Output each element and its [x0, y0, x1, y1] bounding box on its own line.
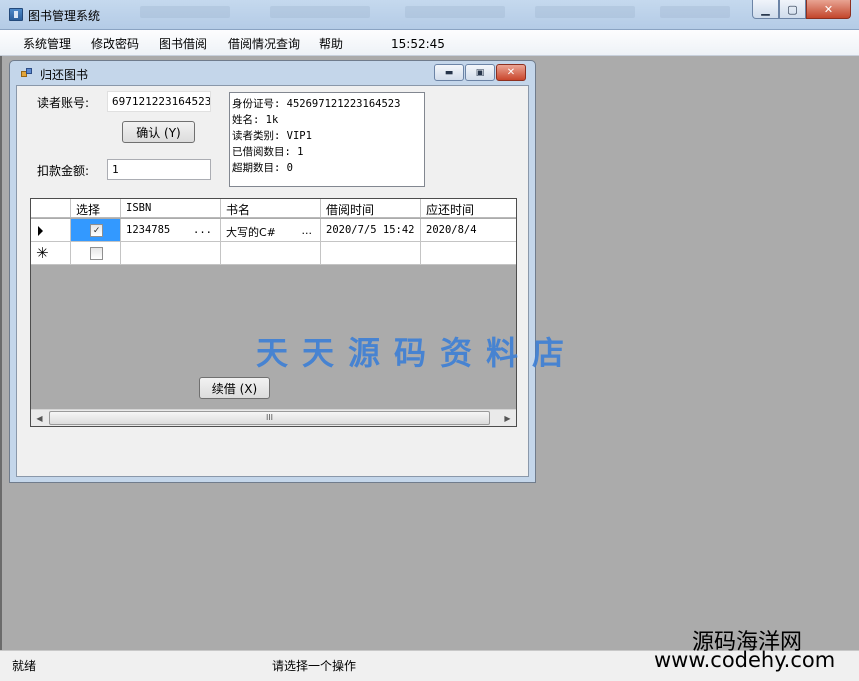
cell-borrow-time-new[interactable] — [321, 242, 421, 264]
reader-account-label: 读者账号: — [37, 96, 90, 110]
status-hint: 请选择一个操作 — [272, 659, 357, 673]
app-titlebar: 图书管理系统 ▁ ▢ ✕ — [0, 0, 859, 30]
info-borrowed-count: 已借阅数目: 1 — [232, 146, 304, 158]
row-header-new[interactable]: ✳ — [31, 242, 71, 264]
child-title: 归还图书 — [40, 68, 89, 82]
grid-horizontal-scrollbar[interactable]: ◀ III ▶ — [31, 409, 516, 426]
current-row-pointer-icon — [38, 226, 43, 236]
cell-select[interactable]: ✓ — [71, 219, 121, 241]
background-taskbar-ghost — [120, 2, 740, 22]
window-icon — [21, 68, 33, 79]
info-id-number: 身份证号: 452697121223164523 — [232, 98, 401, 110]
title-ellipsis: ... — [301, 224, 313, 237]
row-checkbox[interactable]: ✓ — [90, 224, 103, 237]
child-maximize-button[interactable]: ▣ — [465, 64, 495, 81]
info-overdue-count: 超期数目: 0 — [232, 162, 293, 174]
new-row-asterisk-icon: ✳ — [36, 244, 49, 262]
close-button[interactable]: ✕ — [806, 0, 851, 19]
confirm-button[interactable]: 确认 (Y) — [122, 121, 195, 143]
maximize-button[interactable]: ▢ — [779, 0, 806, 19]
child-titlebar: 归还图书 ▬ ▣ ✕ — [10, 61, 535, 85]
scroll-right-icon[interactable]: ▶ — [499, 410, 516, 426]
cell-due-time[interactable]: 2020/8/4 — [421, 219, 516, 241]
cell-borrow-time[interactable]: 2020/7/5 15:42 — [321, 219, 421, 241]
status-ready: 就绪 — [12, 659, 37, 673]
menu-system[interactable]: 系统管理 — [23, 35, 71, 52]
deduct-amount-label: 扣款金额: — [37, 164, 90, 178]
menu-borrow-query[interactable]: 借阅情况查询 — [228, 35, 300, 52]
scroll-thumb[interactable]: III — [49, 411, 490, 425]
dialog-client: 读者账号: 697121223164523 确认 (Y) 扣款金额: 1 身份证… — [16, 85, 529, 477]
row-checkbox-new[interactable] — [90, 247, 103, 260]
reader-account-input[interactable]: 697121223164523 — [107, 91, 211, 112]
row-header-current[interactable] — [31, 219, 71, 241]
isbn-ellipsis: ... — [193, 224, 212, 236]
reader-info-box: 身份证号: 452697121223164523 姓名: 1k 读者类别: VI… — [229, 92, 425, 187]
col-header-due-time[interactable]: 应还时间 — [421, 199, 516, 217]
col-header-isbn[interactable]: ISBN — [121, 199, 221, 217]
scroll-left-icon[interactable]: ◀ — [31, 410, 48, 426]
title-value: 大写的C# — [226, 226, 276, 239]
cell-select-new[interactable] — [71, 242, 121, 264]
renew-button[interactable]: 续借 (X) — [199, 377, 270, 399]
menu-bar: 系统管理 修改密码 图书借阅 借阅情况查询 帮助 15:52:45 — [0, 30, 859, 56]
cell-title[interactable]: 大写的C# ... — [221, 219, 321, 241]
deduct-amount-input[interactable]: 1 — [107, 159, 211, 180]
grid-header: 选择 ISBN 书名 借阅时间 应还时间 — [31, 199, 516, 218]
corner-watermark-url: www.codehy.com — [654, 648, 836, 672]
app-title: 图书管理系统 — [28, 9, 101, 23]
clock-label: 15:52:45 — [391, 37, 445, 51]
col-header-title[interactable]: 书名 — [221, 199, 321, 217]
child-minimize-button[interactable]: ▬ — [434, 64, 464, 81]
grid-corner-header — [31, 199, 71, 217]
cell-due-time-new[interactable] — [421, 242, 516, 264]
menu-change-password[interactable]: 修改密码 — [91, 35, 139, 52]
minimize-button[interactable]: ▁ — [752, 0, 779, 19]
return-book-window: 归还图书 ▬ ▣ ✕ 读者账号: 697121223164523 确认 (Y) … — [9, 60, 536, 483]
cell-title-new[interactable] — [221, 242, 321, 264]
info-name: 姓名: 1k — [232, 114, 279, 126]
borrowed-books-grid: 选择 ISBN 书名 借阅时间 应还时间 ✓ 1234785 ... 大写的C#… — [30, 198, 517, 427]
isbn-value: 1234785 — [126, 224, 171, 236]
cell-isbn-new[interactable] — [121, 242, 221, 264]
col-header-select[interactable]: 选择 — [71, 199, 121, 217]
table-row[interactable]: ✓ 1234785 ... 大写的C# ... 2020/7/5 15:42 2… — [31, 219, 516, 242]
watermark-text: 天天源码资料店 — [256, 334, 579, 372]
menu-help[interactable]: 帮助 — [319, 35, 343, 52]
col-header-borrow-time[interactable]: 借阅时间 — [321, 199, 421, 217]
child-close-button[interactable]: ✕ — [496, 64, 526, 81]
app-icon — [9, 8, 23, 21]
menu-borrow[interactable]: 图书借阅 — [159, 35, 207, 52]
table-row-new[interactable]: ✳ — [31, 242, 516, 265]
cell-isbn[interactable]: 1234785 ... — [121, 219, 221, 241]
info-reader-type: 读者类别: VIP1 — [232, 130, 312, 142]
